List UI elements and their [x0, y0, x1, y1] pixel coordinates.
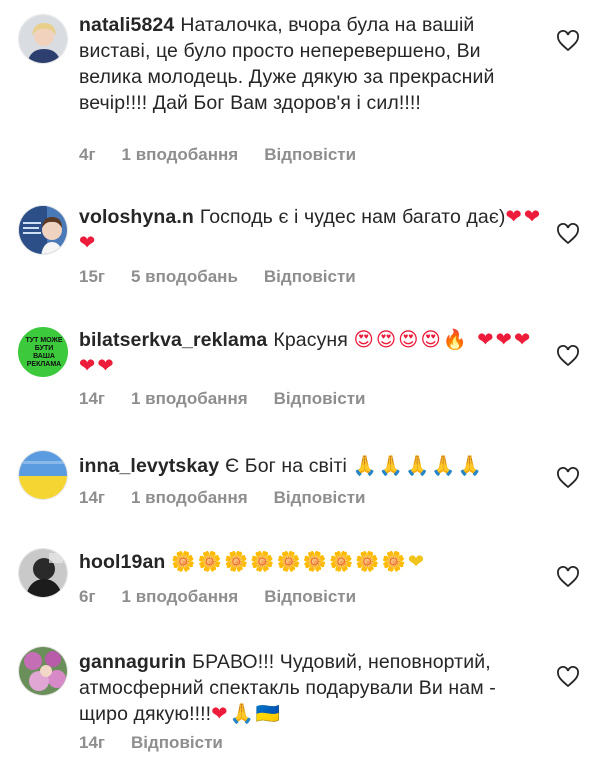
- comment-meta: 4г 1 вподобання Відповісти: [79, 145, 382, 165]
- comment-meta: 14г 1 вподобання Відповісти: [79, 488, 392, 508]
- reply-button[interactable]: Відповісти: [264, 145, 356, 164]
- like-heart-icon[interactable]: [556, 467, 580, 489]
- woman-portrait-avatar-icon: [19, 15, 67, 63]
- ad-avatar-text: ТУТ МОЖЕ БУТИ ВАША РЕКЛАМА: [25, 337, 63, 368]
- comment-time[interactable]: 14г: [79, 488, 105, 507]
- comment-likes[interactable]: 1 вподобання: [122, 145, 239, 164]
- like-heart-icon[interactable]: [556, 223, 580, 245]
- avatar[interactable]: [18, 450, 68, 500]
- comment-text: bilatserkva_reklama Красуня 😍😍😍😍🔥 ❤❤❤❤❤: [79, 327, 544, 379]
- like-heart-icon[interactable]: [556, 345, 580, 367]
- flowers-photo-avatar-icon: [19, 647, 67, 695]
- comment-text: inna_levytskay Є Бог на світі 🙏🙏🙏🙏🙏: [79, 453, 544, 479]
- comment-username[interactable]: natali5824: [79, 14, 174, 36]
- avatar[interactable]: [18, 548, 68, 598]
- comment-username[interactable]: hool19an: [79, 551, 165, 573]
- comment-likes[interactable]: 1 вподобання: [131, 488, 248, 507]
- avatar[interactable]: ТУТ МОЖЕ БУТИ ВАША РЕКЛАМА: [18, 327, 68, 377]
- comment-time[interactable]: 4г: [79, 145, 96, 164]
- comment-time[interactable]: 14г: [79, 389, 105, 408]
- comment-body: Красуня: [273, 329, 348, 351]
- reply-button[interactable]: Відповісти: [131, 733, 223, 752]
- comment-time[interactable]: 15г: [79, 267, 105, 286]
- like-heart-icon[interactable]: [556, 566, 580, 588]
- comment-body: Господь є і чудес нам багато дає): [199, 206, 506, 228]
- like-heart-icon[interactable]: [556, 30, 580, 52]
- comment-likes[interactable]: 1 вподобання: [131, 389, 248, 408]
- comment-text: voloshyna.n Господь є і чудес нам багато …: [79, 204, 544, 256]
- comment-meta: 14г 1 вподобання Відповісти: [79, 389, 392, 409]
- comment-username[interactable]: voloshyna.n: [79, 206, 194, 228]
- comment-meta: 6г 1 вподобання Відповісти: [79, 587, 382, 607]
- avatar[interactable]: [18, 14, 68, 64]
- comment-emoji: ❤🙏🇺🇦: [211, 702, 283, 725]
- reply-button[interactable]: Відповісти: [264, 587, 356, 606]
- reply-button[interactable]: Відповісти: [274, 488, 366, 507]
- reply-button[interactable]: Відповісти: [274, 389, 366, 408]
- ad-banner-avatar-icon: ТУТ МОЖЕ БУТИ ВАША РЕКЛАМА: [19, 328, 67, 376]
- comment-text: hool19an 🌼🌼🌼🌼🌼🌼🌼🌼🌼❤: [79, 549, 544, 575]
- comment-emoji: 🙏🙏🙏🙏🙏: [352, 454, 484, 477]
- comment-username[interactable]: gannagurin: [79, 651, 186, 673]
- reply-button[interactable]: Відповісти: [264, 267, 356, 286]
- comment-username[interactable]: bilatserkva_reklama: [79, 329, 267, 351]
- woman-quote-avatar-icon: [19, 206, 67, 254]
- comment-username[interactable]: inna_levytskay: [79, 455, 219, 477]
- comment-meta: 15г 5 вподобань Відповісти: [79, 267, 382, 287]
- comment-body: Є Бог на світі: [225, 455, 347, 477]
- dark-photo-avatar-icon: [19, 549, 67, 597]
- like-heart-icon[interactable]: [556, 666, 580, 688]
- comment-text: gannagurin БРАВО!!! Чудовий, неповнортий,…: [79, 649, 544, 727]
- comment-time[interactable]: 14г: [79, 733, 105, 752]
- comment-text: natali5824 Наталочка, вчора була на вашій…: [79, 12, 544, 116]
- ukraine-flag-avatar-icon: [19, 451, 67, 499]
- comment-meta: 14г Відповісти: [79, 733, 249, 753]
- avatar[interactable]: [18, 205, 68, 255]
- comment-emoji: 🌼🌼🌼🌼🌼🌼🌼🌼🌼❤: [171, 550, 427, 573]
- comment-likes[interactable]: 5 вподобань: [131, 267, 238, 286]
- comment-time[interactable]: 6г: [79, 587, 96, 606]
- comment-likes[interactable]: 1 вподобання: [122, 587, 239, 606]
- avatar[interactable]: [18, 646, 68, 696]
